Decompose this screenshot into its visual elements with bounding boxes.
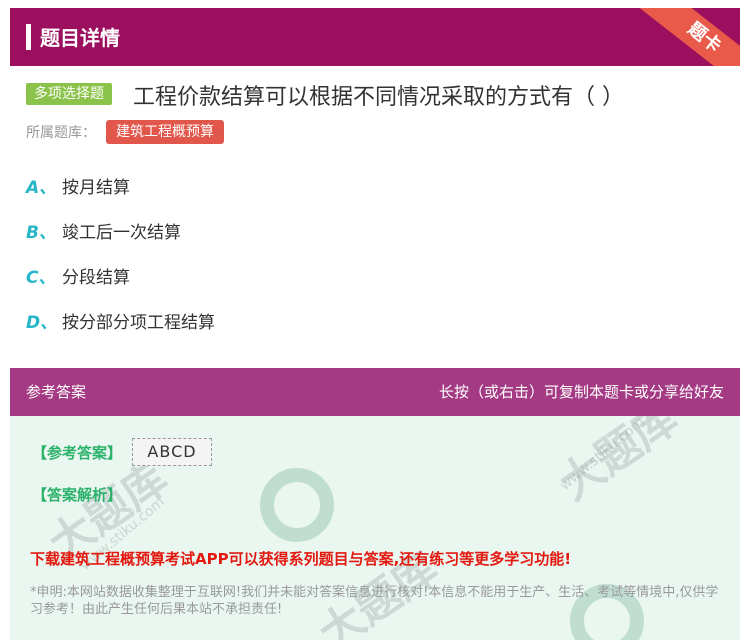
option-text: 按月结算 — [62, 178, 130, 198]
answer-analysis-label: 【答案解析】 — [32, 486, 123, 504]
card-ribbon: 题卡 — [631, 8, 740, 66]
app-promo-link[interactable]: 下载建筑工程概预算考试APP可以获得系列题目与答案,还有练习等更多学习功能! — [30, 548, 571, 569]
option-text: 分段结算 — [62, 268, 130, 288]
reference-answer-label: 【参考答案】 — [32, 444, 123, 462]
option-a[interactable]: A、 按月结算 — [26, 176, 130, 200]
watermark-text: 大题库 — [549, 416, 688, 511]
option-b[interactable]: B、 竣工后一次结算 — [26, 221, 181, 245]
option-text: 竣工后一次结算 — [62, 223, 181, 243]
title-accent-bar — [26, 24, 31, 50]
watermark-domain: www.stiku.com — [557, 416, 648, 494]
option-letter: A、 — [26, 178, 57, 198]
answer-header: 参考答案 长按（或右击）可复制本题卡或分享给好友 — [10, 368, 740, 416]
question-title: 工程价款结算可以根据不同情况采取的方式有（ ） — [133, 85, 624, 110]
title-bar: 题目详情 题卡 — [10, 8, 740, 66]
reference-answer-value[interactable]: ABCD — [132, 438, 212, 466]
option-letter: C、 — [26, 268, 56, 288]
option-text: 按分部分项工程结算 — [62, 313, 215, 333]
option-letter: B、 — [26, 223, 56, 243]
bank-label: 所属题库： — [26, 125, 96, 141]
watermark-logo-icon — [260, 468, 334, 542]
answer-header-title: 参考答案 — [26, 383, 87, 401]
share-hint: 长按（或右击）可复制本题卡或分享给好友 — [438, 383, 724, 401]
option-d[interactable]: D、 按分部分项工程结算 — [26, 311, 215, 335]
option-letter: D、 — [26, 313, 58, 333]
option-c[interactable]: C、 分段结算 — [26, 266, 130, 290]
question-type-badge: 多项选择题 — [26, 83, 112, 105]
bank-tag[interactable]: 建筑工程概预算 — [106, 120, 224, 144]
page-title: 题目详情 — [40, 26, 120, 50]
disclaimer-text: *申明:本网站数据收集整理于互联网!我们并未能对答案信息进行核对!本信息不能用于… — [30, 585, 719, 617]
answer-panel: 大题库 大题库 大题库 www.stiku.com www.stiku.com … — [10, 416, 740, 640]
